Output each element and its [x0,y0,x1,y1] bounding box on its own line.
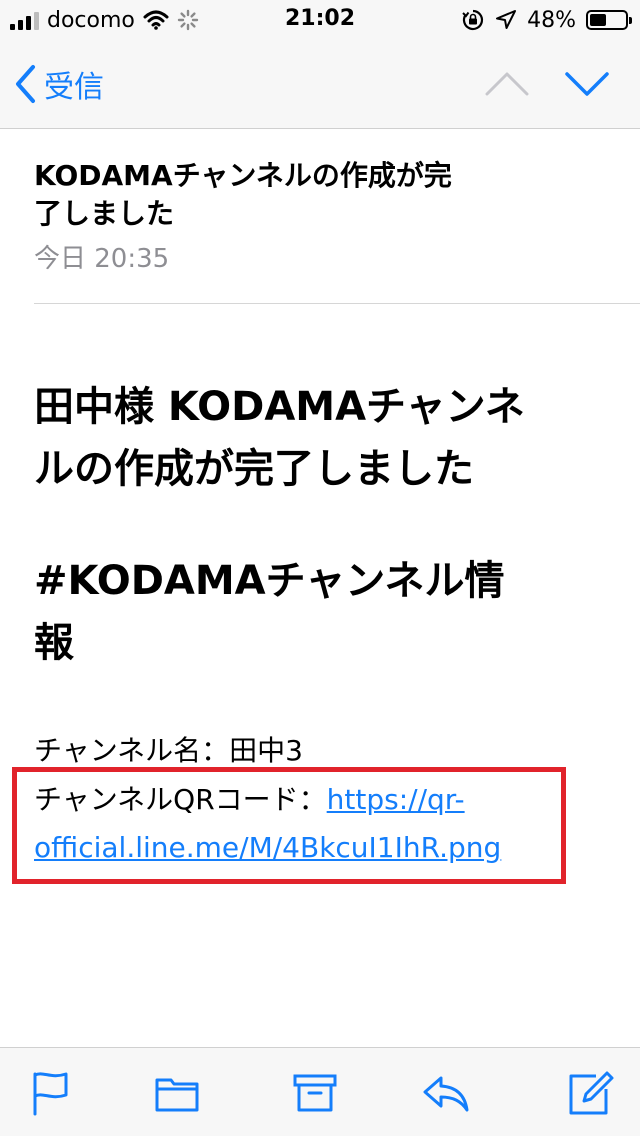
previous-message-button[interactable] [482,62,532,106]
flag-button[interactable] [26,1068,76,1118]
red-highlight-box [12,767,566,884]
battery-fill [590,14,606,26]
location-icon [496,10,517,29]
battery-percent: 48% [527,7,576,33]
compose-button[interactable] [566,1068,616,1118]
email-subject: KODAMAチャンネルの作成が完 了しました [34,157,554,233]
header-divider [34,303,640,304]
body-heading-line: ルの作成が完了しました [34,446,474,492]
compose-icon [569,1071,614,1115]
section-heading-line: #KODAMAチャンネル情 [34,558,505,604]
section-heading: #KODAMAチャンネル情 報 [34,550,614,674]
email-subject-line: 了しました [34,197,175,230]
archive-button[interactable] [291,1068,341,1118]
email-date: 今日 20:35 [34,244,170,274]
chevron-up-icon [485,72,529,96]
orientation-lock-icon [462,9,484,31]
body-heading-line: 田中様 KODAMAチャンネ [34,384,525,430]
status-right: 48% [461,6,632,34]
archive-icon [293,1074,337,1112]
move-to-folder-button[interactable] [153,1068,203,1118]
status-bar: docomo 21:02 48% [0,0,640,40]
chevron-down-icon [565,72,609,96]
navigation-bar: 受信 [0,40,640,129]
reply-button[interactable] [421,1068,471,1118]
section-heading-line: 報 [34,620,74,666]
body-heading: 田中様 KODAMAチャンネ ルの作成が完了しました [34,376,614,500]
chevron-left-icon [16,65,35,103]
back-button[interactable]: 受信 [14,62,104,106]
flag-icon [33,1072,68,1116]
next-message-button[interactable] [562,62,612,106]
email-subject-line: KODAMAチャンネルの作成が完 [34,159,452,192]
bottom-toolbar [0,1047,640,1136]
reply-icon [423,1076,469,1112]
mail-screen: docomo 21:02 48% 受信 KODAMAチャンネルの作成が完 了しま… [0,0,640,1136]
folder-icon [155,1078,199,1112]
back-button-label: 受信 [44,70,104,105]
battery-icon [586,10,632,30]
